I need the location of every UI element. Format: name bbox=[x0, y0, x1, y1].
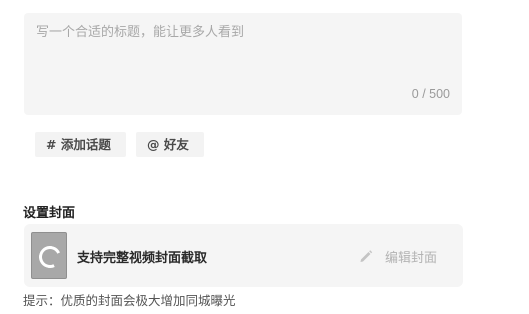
cover-panel: 支持完整视频封面截取 编辑封面 bbox=[24, 224, 463, 287]
cover-section-title: 设置封面 bbox=[23, 206, 76, 221]
cover-thumbnail[interactable] bbox=[31, 232, 67, 279]
title-box: 0 / 500 bbox=[24, 13, 462, 115]
mention-friend-button[interactable]: @ 好友 bbox=[136, 132, 204, 157]
cover-label: 支持完整视频封面截取 bbox=[77, 251, 208, 266]
title-input[interactable] bbox=[24, 13, 462, 115]
pencil-icon bbox=[360, 250, 373, 262]
edit-cover-button[interactable]: 编辑封面 bbox=[358, 246, 437, 266]
cover-tip: 提示：优质的封面会极大增加同城曝光 bbox=[23, 293, 236, 308]
loading-spinner-icon bbox=[35, 242, 65, 272]
char-counter: 0 / 500 bbox=[411, 87, 450, 101]
edit-cover-label: 编辑封面 bbox=[385, 250, 438, 266]
add-topic-button[interactable]: # 添加话题 bbox=[35, 132, 126, 157]
